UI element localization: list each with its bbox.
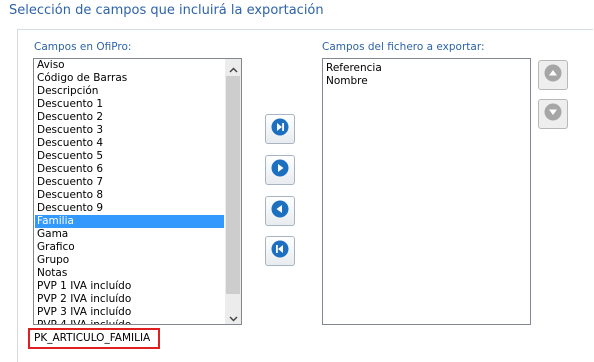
field-name-status: PK_ARTICULO_FAMILIA [28, 328, 160, 349]
skip-forward-icon [271, 118, 289, 140]
move-down-button[interactable] [538, 99, 568, 129]
available-fields-label: Campos en OfiPro: [34, 41, 132, 53]
list-item[interactable]: Notas [35, 267, 224, 280]
list-item[interactable]: Código de Barras [35, 72, 224, 85]
export-fields-label: Campos del fichero a exportar: [322, 41, 485, 53]
chevron-up-icon [229, 59, 238, 77]
list-item[interactable]: Gama [35, 228, 224, 241]
export-fields-items: Referencia Nombre [324, 62, 530, 88]
list-item[interactable]: Nombre [324, 75, 530, 88]
scroll-down-button[interactable] [225, 308, 241, 324]
list-item[interactable]: Descuento 5 [35, 150, 224, 163]
list-item[interactable]: Descripción [35, 85, 224, 98]
scroll-up-button[interactable] [225, 59, 241, 75]
list-item[interactable]: Aviso [35, 59, 224, 72]
available-fields-items: Aviso Código de Barras Descripción Descuent… [35, 59, 224, 324]
arrow-up-circle-icon [544, 64, 562, 86]
list-item[interactable]: Descuento 8 [35, 189, 224, 202]
add-all-button[interactable] [265, 114, 295, 144]
list-item[interactable]: Familia [35, 215, 224, 228]
list-item[interactable]: PVP 3 IVA incluído [35, 306, 224, 319]
list-item[interactable]: PVP 1 IVA incluído [35, 280, 224, 293]
list-item[interactable]: Grupo [35, 254, 224, 267]
chevron-down-icon [229, 307, 238, 325]
list-item[interactable]: Descuento 9 [35, 202, 224, 215]
list-item[interactable]: Descuento 4 [35, 137, 224, 150]
list-item[interactable]: PVP 2 IVA incluído [35, 293, 224, 306]
list-item[interactable]: Descuento 7 [35, 176, 224, 189]
list-item[interactable]: PVP 4 IVA incluído [35, 319, 224, 324]
list-item[interactable]: Grafico [35, 241, 224, 254]
remove-all-button[interactable] [265, 236, 295, 266]
list-item[interactable]: Descuento 3 [35, 124, 224, 137]
skip-back-icon [271, 240, 289, 262]
section-title: Selección de campos que incluirá la expo… [9, 3, 324, 18]
add-one-button[interactable] [265, 155, 295, 185]
play-right-icon [271, 159, 289, 181]
play-left-icon [271, 200, 289, 222]
vertical-scrollbar[interactable] [225, 59, 241, 324]
list-item[interactable]: Referencia [324, 62, 530, 75]
available-fields-listbox[interactable]: Aviso Código de Barras Descripción Descuent… [33, 58, 242, 325]
list-item[interactable]: Descuento 6 [35, 163, 224, 176]
export-fields-listbox[interactable]: Referencia Nombre [322, 58, 531, 325]
scroll-thumb[interactable] [226, 76, 240, 294]
arrow-down-circle-icon [544, 103, 562, 125]
list-item[interactable]: Descuento 2 [35, 111, 224, 124]
list-item[interactable]: Descuento 1 [35, 98, 224, 111]
remove-one-button[interactable] [265, 196, 295, 226]
move-up-button[interactable] [538, 60, 568, 90]
